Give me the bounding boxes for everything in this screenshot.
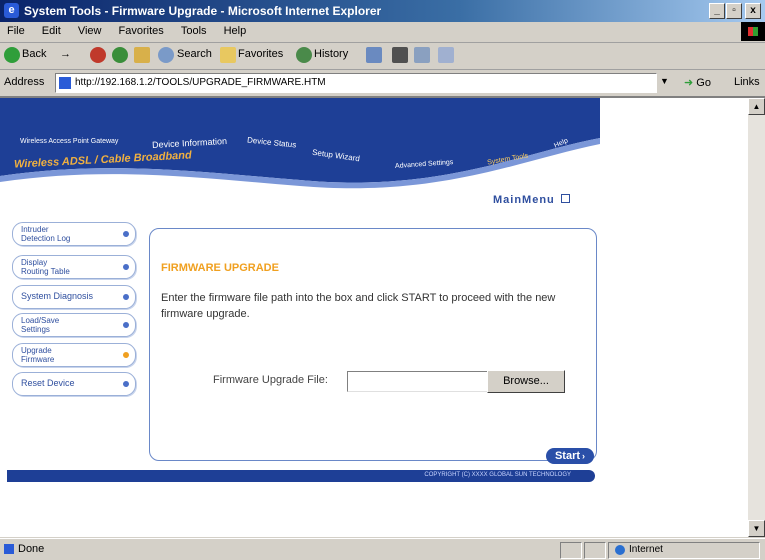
discuss-icon[interactable] bbox=[438, 47, 454, 63]
status-bar: Done Internet bbox=[0, 538, 765, 560]
sidebar-bullet-icon bbox=[123, 231, 129, 237]
minimize-button[interactable]: _ bbox=[709, 3, 725, 19]
menu-file[interactable]: File bbox=[7, 25, 25, 37]
refresh-icon[interactable] bbox=[112, 47, 128, 63]
ie-logo-icon: e bbox=[4, 3, 19, 18]
windows-logo-icon bbox=[741, 22, 765, 41]
banner bbox=[0, 98, 600, 189]
firmware-file-label: Firmware Upgrade File: bbox=[213, 374, 328, 386]
menu-bar: File Edit View Favorites Tools Help bbox=[0, 22, 765, 43]
status-pane bbox=[560, 542, 582, 559]
address-dropdown-icon[interactable]: ▼ bbox=[660, 76, 669, 86]
go-label: Go bbox=[696, 77, 711, 89]
search-button[interactable]: Search bbox=[177, 48, 212, 60]
sidebar-item-reset-device[interactable]: Reset Device bbox=[12, 372, 136, 396]
sidebar-item-label: System Diagnosis bbox=[21, 291, 94, 301]
window-titlebar: e System Tools - Firmware Upgrade - Micr… bbox=[0, 0, 765, 22]
home-icon[interactable] bbox=[134, 47, 150, 63]
toolbar: Back → Search Favorites History bbox=[0, 43, 765, 70]
address-bar: Address http://192.168.1.2/TOOLS/UPGRADE… bbox=[0, 70, 765, 98]
firmware-file-input[interactable] bbox=[347, 371, 489, 392]
instructions-text: Enter the firmware file path into the bo… bbox=[161, 292, 556, 320]
sidebar-item-label: Display Routing Table bbox=[21, 258, 70, 276]
sidebar-item-upgrade-firmware[interactable]: Upgrade Firmware bbox=[12, 343, 136, 367]
start-label: Start bbox=[554, 450, 581, 462]
menu-tools[interactable]: Tools bbox=[181, 25, 207, 37]
sidebar-item-label: Load/Save Settings bbox=[21, 316, 60, 334]
print-icon[interactable] bbox=[392, 47, 408, 63]
main-menu-box-icon bbox=[560, 194, 570, 203]
status-text: Done bbox=[18, 543, 45, 555]
edit-icon[interactable] bbox=[414, 47, 430, 63]
vertical-scrollbar[interactable]: ▲ ▼ bbox=[748, 98, 765, 537]
back-arrow-icon bbox=[4, 47, 20, 63]
sidebar-bullet-icon bbox=[123, 381, 129, 387]
footer-bar: COPYRIGHT (C) XXXX GLOBAL SUN TECHNOLOGY bbox=[7, 470, 595, 482]
close-button[interactable]: x bbox=[745, 3, 761, 19]
status-pane bbox=[584, 542, 606, 559]
sidebar-bullet-icon bbox=[123, 264, 129, 270]
page-icon bbox=[59, 77, 71, 89]
sidebar-item-intruder-detection-log[interactable]: Intruder Detection Log bbox=[12, 222, 136, 246]
sidebar-item-display-routing-table[interactable]: Display Routing Table bbox=[12, 255, 136, 279]
back-button[interactable]: Back bbox=[22, 48, 46, 60]
start-button[interactable]: Start › bbox=[546, 448, 594, 464]
menu-favorites[interactable]: Favorites bbox=[119, 25, 164, 37]
forward-button[interactable]: → bbox=[60, 48, 71, 60]
mail-icon[interactable] bbox=[366, 47, 382, 63]
main-menu-label: MainMenu bbox=[493, 194, 555, 206]
maximize-button[interactable]: ▫ bbox=[726, 3, 742, 19]
favorites-icon bbox=[220, 47, 236, 63]
page-status-icon bbox=[4, 544, 14, 554]
zone-label: Internet bbox=[629, 544, 663, 555]
menu-view[interactable]: View bbox=[78, 25, 102, 37]
history-button[interactable]: History bbox=[314, 48, 348, 60]
sidebar-bullet-icon bbox=[123, 322, 129, 328]
main-menu-link[interactable]: MainMenu bbox=[493, 194, 570, 206]
sidebar-bullet-icon bbox=[123, 352, 129, 358]
address-label: Address bbox=[4, 76, 45, 88]
go-arrow-icon: ➜ bbox=[684, 77, 694, 89]
window-title: System Tools - Firmware Upgrade - Micros… bbox=[24, 4, 382, 18]
globe-icon bbox=[615, 545, 625, 555]
links-button[interactable]: Links bbox=[734, 76, 760, 88]
favorites-button[interactable]: Favorites bbox=[238, 48, 283, 60]
copyright-text: COPYRIGHT (C) XXXX GLOBAL SUN TECHNOLOGY bbox=[424, 472, 571, 478]
search-icon bbox=[158, 47, 174, 63]
address-url: http://192.168.1.2/TOOLS/UPGRADE_FIRMWAR… bbox=[75, 77, 326, 88]
history-icon bbox=[296, 47, 312, 63]
scroll-down-icon[interactable]: ▼ bbox=[748, 520, 765, 537]
menu-help[interactable]: Help bbox=[224, 25, 247, 37]
sidebar-item-system-diagnosis[interactable]: System Diagnosis bbox=[12, 285, 136, 309]
page-title: FIRMWARE UPGRADE bbox=[161, 262, 279, 274]
menu-edit[interactable]: Edit bbox=[42, 25, 61, 37]
browse-button[interactable]: Browse... bbox=[487, 370, 565, 393]
sidebar-item-label: Reset Device bbox=[21, 378, 75, 388]
go-button[interactable]: ➜ Go bbox=[684, 76, 711, 89]
security-zone-pane: Internet bbox=[608, 542, 760, 559]
gateway-name: Wireless Access Point Gateway bbox=[20, 138, 119, 145]
sidebar-item-label: Intruder Detection Log bbox=[21, 225, 71, 243]
sidebar-item-label: Upgrade Firmware bbox=[21, 346, 55, 364]
sidebar-bullet-icon bbox=[123, 294, 129, 300]
scroll-up-icon[interactable]: ▲ bbox=[748, 98, 765, 115]
page-content: Wireless Access Point Gateway Wireless A… bbox=[0, 98, 748, 537]
stop-icon[interactable] bbox=[90, 47, 106, 63]
start-arrow-icon: › bbox=[582, 451, 586, 461]
sidebar-item-load-save-settings[interactable]: Load/Save Settings bbox=[12, 313, 136, 337]
address-input[interactable]: http://192.168.1.2/TOOLS/UPGRADE_FIRMWAR… bbox=[55, 73, 657, 93]
